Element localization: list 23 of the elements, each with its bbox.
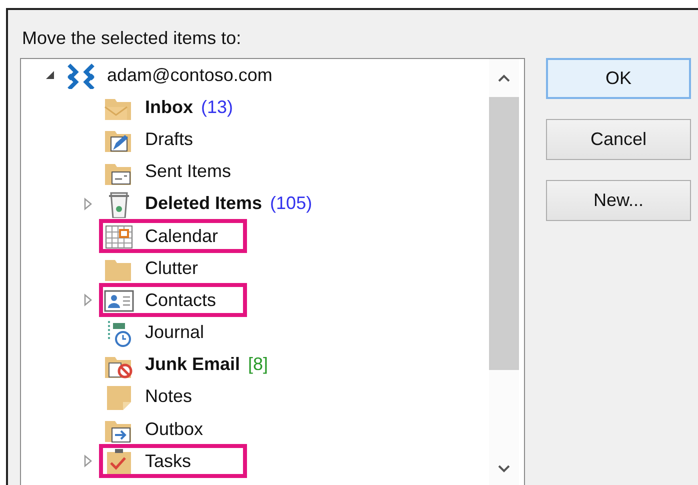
folder-name[interactable]: Clutter	[145, 258, 198, 279]
folder-name[interactable]: Contacts	[145, 290, 216, 311]
folder-name[interactable]: Sent Items	[145, 161, 232, 182]
folder-name[interactable]: Tasks	[145, 450, 192, 472]
folder-name[interactable]: Notes	[145, 386, 192, 408]
item-count: (13)	[201, 96, 234, 118]
scrollbar[interactable]	[489, 59, 519, 485]
folder-name[interactable]: Junk Email	[145, 354, 240, 376]
dialog-button[interactable]: Cancel	[546, 119, 691, 160]
folder-name[interactable]: Outbox	[145, 418, 204, 440]
folder-name[interactable]: Drafts	[145, 128, 194, 150]
dialog-prompt: Move the selected items to:	[22, 28, 242, 49]
item-count: [8]	[248, 354, 268, 376]
dialog-button[interactable]: New...	[546, 180, 691, 221]
item-count: (105)	[270, 193, 312, 214]
folder-name[interactable]: Deleted Items	[145, 193, 262, 214]
account-name[interactable]: adam@contoso.com	[107, 64, 272, 86]
exchange-logo-icon	[65, 61, 97, 90]
folder-name[interactable]: Calendar	[145, 226, 218, 247]
dialog-button[interactable]: OK	[546, 58, 691, 99]
folder-name[interactable]: Journal	[145, 322, 204, 344]
folder-name[interactable]: Inbox	[145, 96, 193, 118]
scroll-thumb[interactable]	[489, 97, 519, 370]
